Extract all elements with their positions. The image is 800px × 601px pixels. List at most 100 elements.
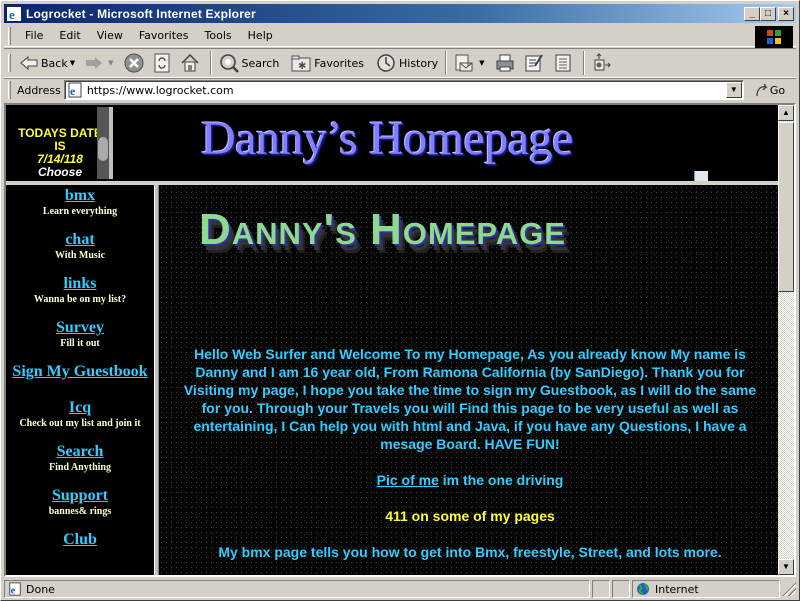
menu-file[interactable]: File (17, 29, 51, 42)
stop-icon (124, 53, 143, 73)
scroll-down-button[interactable]: ▼ (778, 559, 794, 575)
status-bar: e Done Internet (4, 579, 796, 599)
nav-item-club: Club (6, 531, 154, 549)
scroll-thumb[interactable] (778, 122, 794, 292)
nav-link-guestbook[interactable]: Sign My Guestbook (12, 363, 147, 381)
broken-image-icon (694, 171, 708, 181)
nav-desc-support: bannes& rings (48, 506, 112, 517)
discuss-icon (555, 54, 571, 72)
window-title: Logrocket - Microsoft Internet Explorer (26, 6, 256, 21)
nav-link-survey[interactable]: Survey (56, 319, 104, 337)
date-frame-scroll-thumb[interactable] (98, 137, 108, 161)
favorites-label: Favorites (314, 56, 364, 70)
status-progress-cell (592, 580, 610, 598)
edit-button[interactable] (521, 50, 550, 76)
print-button[interactable] (492, 50, 521, 76)
nav-link-links[interactable]: links (64, 275, 97, 293)
windows-logo-icon (755, 26, 793, 48)
mail-dropdown-icon[interactable]: ▼ (479, 59, 484, 67)
home-icon (180, 53, 199, 72)
intro-paragraph: Hello Web Surfer and Welcome To my Homep… (183, 346, 757, 452)
mail-icon (455, 54, 473, 72)
svg-text:e: e (9, 7, 15, 22)
nav-desc-search: Find Anything (49, 462, 111, 473)
back-dropdown-icon[interactable]: ▼ (70, 59, 75, 67)
ie-logo-icon: e (7, 6, 21, 22)
search-button[interactable]: Search (216, 50, 283, 76)
date-value: 7/14/118 (37, 152, 83, 166)
messenger-button[interactable] (589, 50, 618, 76)
content-title-image: Danny's Homepage (199, 205, 566, 254)
nav-frame: bmx Learn everything chat With Music lin… (6, 185, 154, 575)
forward-arrow-icon (86, 57, 103, 69)
bmx-paragraph: My bmx page tells you how to get into Bm… (218, 544, 722, 560)
menu-grip[interactable] (8, 26, 11, 45)
refresh-icon (154, 53, 169, 73)
maximize-button[interactable]: □ (760, 6, 776, 21)
url-input[interactable] (86, 83, 726, 97)
mail-button[interactable]: ▼ (451, 50, 491, 76)
nav-link-club[interactable]: Club (63, 531, 97, 549)
page-done-icon: e (9, 582, 21, 596)
menu-favorites[interactable]: Favorites (131, 29, 197, 42)
svg-text:e: e (70, 84, 76, 98)
internet-globe-icon (637, 583, 649, 595)
svg-text:e: e (11, 585, 16, 596)
favorites-icon: ✱ (291, 55, 311, 72)
nav-link-icq[interactable]: Icq (69, 399, 91, 417)
nav-link-support[interactable]: Support (52, 487, 108, 505)
resize-grip[interactable] (782, 582, 796, 596)
scroll-up-button[interactable]: ▲ (778, 105, 794, 121)
nav-desc-links: Wanna be on my list? (33, 294, 127, 305)
home-button[interactable] (177, 50, 206, 76)
forward-button[interactable]: ▼ (82, 50, 120, 76)
favorites-button[interactable]: ✱ Favorites (288, 50, 367, 76)
address-field[interactable]: e ▼ (63, 80, 744, 100)
pic-caption: im the one driving (438, 472, 564, 488)
go-button[interactable]: Go (754, 82, 785, 98)
title-bar[interactable]: e Logrocket - Microsoft Internet Explore… (4, 4, 796, 23)
nav-link-bmx[interactable]: bmx (65, 187, 95, 205)
toolbar-grip[interactable] (8, 54, 11, 72)
refresh-button[interactable] (150, 50, 177, 76)
print-icon (496, 54, 514, 72)
nav-item-chat: chat With Music (6, 231, 154, 261)
forward-dropdown-icon[interactable]: ▼ (108, 59, 113, 67)
date-frame-scrollbar[interactable] (97, 107, 109, 179)
toolbar-separator (582, 51, 585, 75)
minimize-button[interactable]: _ (744, 6, 760, 21)
menu-help[interactable]: Help (240, 29, 281, 42)
choose-text: Choose (37, 165, 82, 179)
menu-edit[interactable]: Edit (51, 29, 88, 42)
nav-link-search[interactable]: Search (57, 443, 104, 461)
back-button[interactable]: Back ▼ (17, 50, 82, 76)
todays-date-text: TODAYS DATE IS 7/14/118 Choose your Musi… (15, 127, 105, 180)
main-vertical-scrollbar[interactable]: ▲ ▼ (778, 105, 794, 575)
menu-view[interactable]: View (89, 29, 131, 42)
messenger-icon (594, 53, 611, 71)
history-button[interactable]: History (373, 50, 441, 76)
close-button[interactable]: × (778, 6, 794, 21)
back-arrow-icon (20, 56, 38, 70)
info-411: 411 on some of my pages (385, 508, 555, 524)
page-viewport: TODAYS DATE IS 7/14/118 Choose your Musi… (4, 103, 796, 577)
browser-window: e Logrocket - Microsoft Internet Explore… (0, 0, 800, 601)
toolbar-separator (445, 51, 448, 75)
pic-of-me-link[interactable]: Pic of me (377, 472, 439, 488)
banner-frame: TODAYS DATE IS 7/14/118 Choose your Musi… (6, 105, 794, 181)
address-dropdown-button[interactable]: ▼ (725, 82, 742, 98)
search-icon (219, 54, 239, 73)
zone-text: Internet (655, 582, 699, 596)
address-grip[interactable] (8, 81, 11, 99)
stop-button[interactable] (121, 50, 150, 76)
address-label: Address (17, 83, 61, 97)
nav-item-icq: Icq Check out my list and join it (6, 399, 154, 429)
nav-item-guestbook: Sign My Guestbook (6, 363, 154, 381)
nav-link-chat[interactable]: chat (65, 231, 94, 249)
menu-tools[interactable]: Tools (197, 29, 240, 42)
discuss-button[interactable] (550, 50, 579, 76)
standard-toolbar: Back ▼ ▼ Search ✱ Favorites History ▼ (4, 48, 796, 78)
nav-item-links: links Wanna be on my list? (6, 275, 154, 305)
date-frame: TODAYS DATE IS 7/14/118 Choose your Musi… (9, 107, 113, 179)
menu-bar: File Edit View Favorites Tools Help (4, 25, 796, 48)
